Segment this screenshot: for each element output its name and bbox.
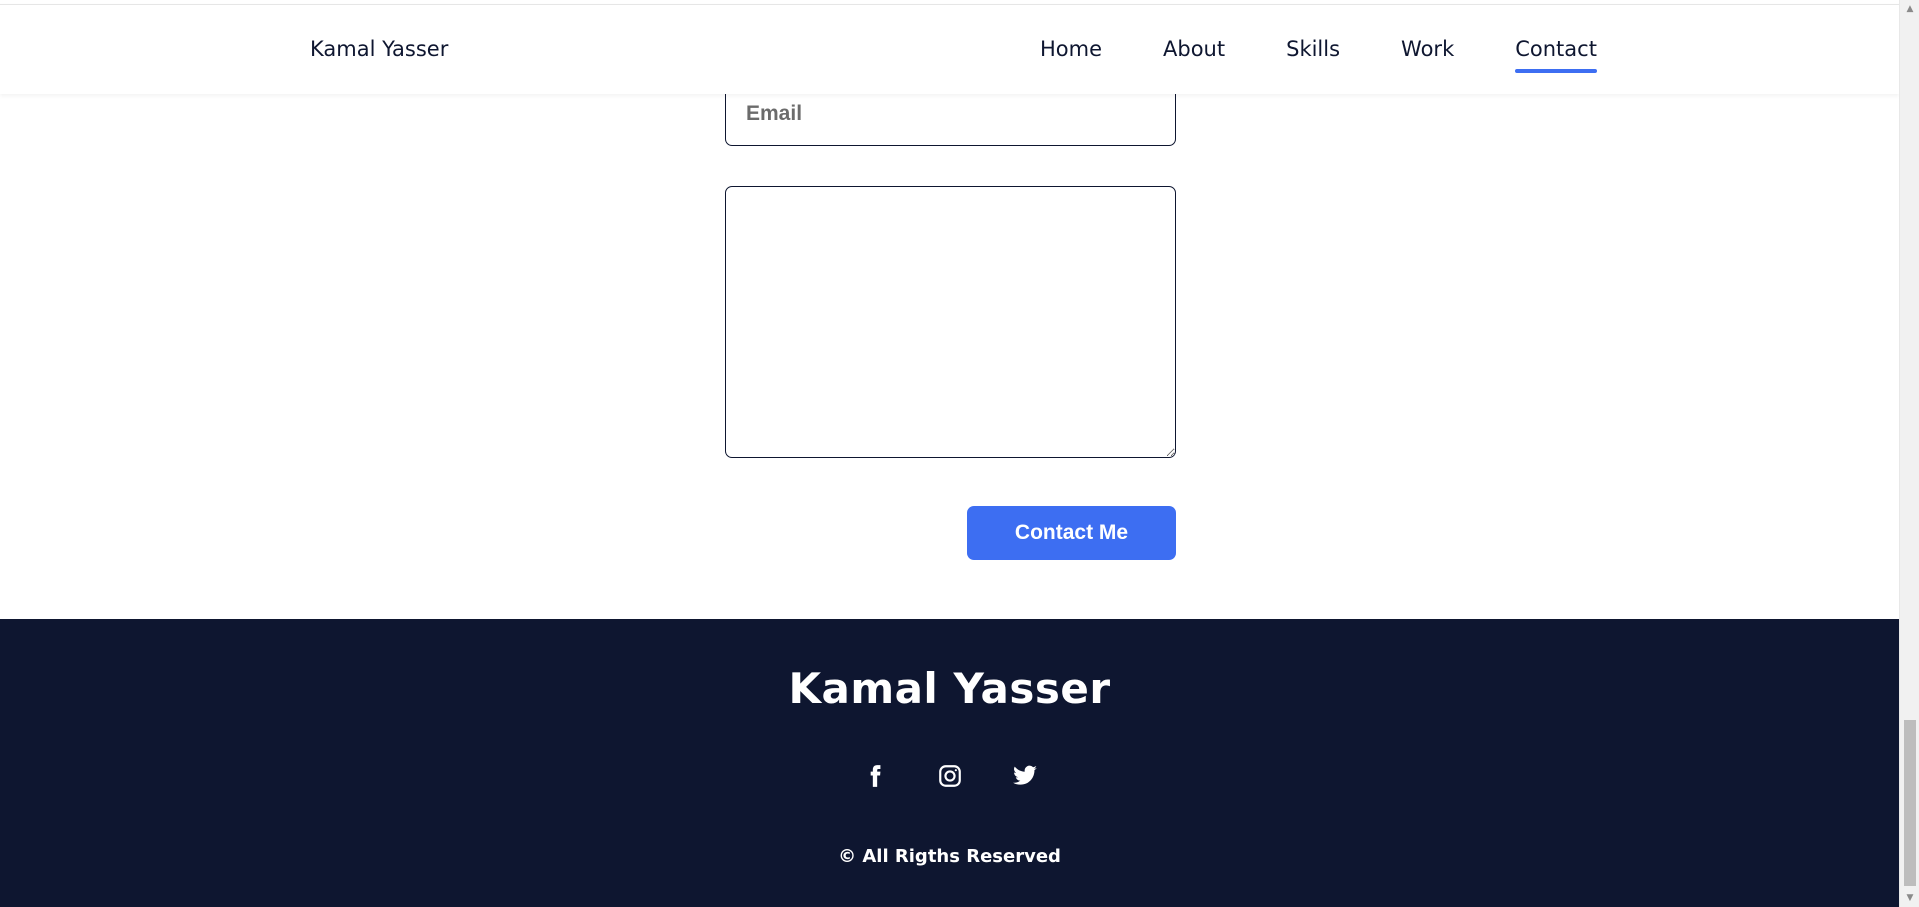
copyright-text: © All Rigths Reserved <box>838 846 1061 867</box>
twitter-icon[interactable] <box>1012 763 1038 789</box>
nav-item-skills[interactable]: Skills <box>1286 37 1340 70</box>
message-textarea[interactable] <box>725 186 1176 458</box>
social-links <box>0 763 1899 789</box>
site-header: Kamal Yasser Home About Skills Work Cont… <box>0 4 1899 94</box>
main-nav: Home About Skills Work Contact <box>1040 37 1597 73</box>
brand-logo-text[interactable]: Kamal Yasser <box>310 37 448 61</box>
footer-title: Kamal Yasser <box>788 664 1111 713</box>
nav-item-home[interactable]: Home <box>1040 37 1102 70</box>
nav-item-work[interactable]: Work <box>1401 37 1454 70</box>
scroll-down-icon[interactable]: ▼ <box>1900 889 1919 907</box>
nav-item-about[interactable]: About <box>1163 37 1225 70</box>
vertical-scrollbar[interactable]: ▲ ▼ <box>1899 0 1919 907</box>
scroll-up-icon[interactable]: ▲ <box>1900 0 1919 18</box>
facebook-icon[interactable] <box>862 763 888 789</box>
nav-item-contact[interactable]: Contact <box>1515 37 1597 73</box>
contact-me-button[interactable]: Contact Me <box>967 506 1176 560</box>
site-footer: Kamal Yasser © All Rigths Reserved <box>0 619 1899 907</box>
page: Kamal Yasser Home About Skills Work Cont… <box>0 0 1899 907</box>
scroll-thumb[interactable] <box>1904 720 1916 886</box>
instagram-icon[interactable] <box>937 763 963 789</box>
